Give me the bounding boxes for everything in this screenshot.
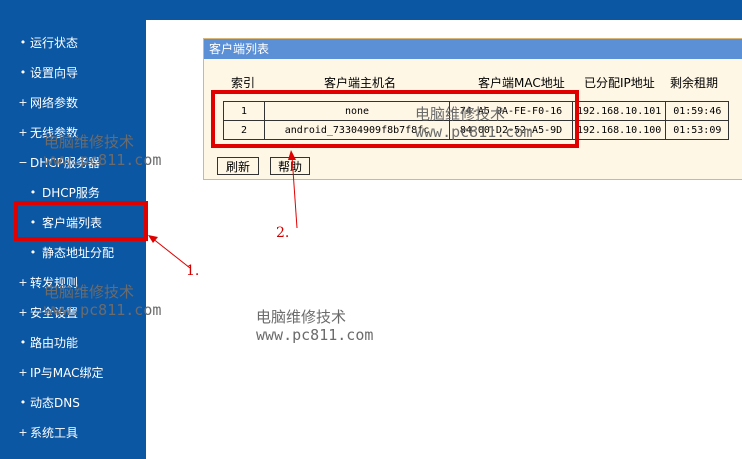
top-bar (0, 0, 742, 20)
cell-mac: 84-00-D2-52-A5-9D (449, 120, 573, 140)
annotation-step-2: 2. (276, 225, 290, 241)
col-lease: 剩余租期 (670, 76, 719, 90)
sidebar-item-label: 路由功能 (30, 336, 79, 350)
sidebar-nav: • 运行状态 • 设置向导 + 网络参数 + 无线参数 − DHCP服务器 • DHCP服务 • 客户端列… (0, 20, 146, 459)
cell-ip: 192.168.10.101 (571, 101, 667, 121)
sidebar-item-label: 网络参数 (30, 96, 79, 110)
sidebar-item-label: 设置向导 (30, 66, 79, 80)
sidebar-item-label: 无线参数 (30, 126, 79, 140)
cell-mac: 74-A5-0A-FE-F0-16 (449, 101, 573, 121)
client-table: 1 none 74-A5-0A-FE-F0-16 192.168.10.101 … (223, 101, 730, 140)
sidebar-item-label: 安全设置 (30, 306, 79, 320)
cell-lease: 01:53:09 (665, 120, 730, 140)
refresh-button[interactable]: 刷新 (217, 157, 259, 175)
sidebar-item-label: IP与MAC绑定 (30, 366, 104, 380)
table-header: 索引 客户端主机名 客户端MAC地址 已分配IP地址 剩余租期 (204, 74, 742, 92)
bullet-icon: • (19, 336, 27, 349)
table-row: 2 android_73304909f8b7f8fc 84-00-D2-52-A… (223, 120, 730, 140)
sidebar-item-label: 动态DNS (30, 396, 80, 410)
cell-hostname: none (264, 101, 450, 121)
watermark: 电脑维修技术 www.pc811.com (256, 308, 374, 344)
expand-icon: + (18, 276, 28, 289)
sidebar-item-label: 运行状态 (30, 36, 79, 50)
annotation-step-1: 1. (186, 263, 200, 279)
expand-icon: + (18, 126, 28, 139)
arrow-head-1 (148, 235, 158, 243)
col-hostname: 客户端主机名 (324, 76, 397, 90)
cell-index: 1 (223, 101, 265, 121)
cell-index: 2 (223, 120, 265, 140)
panel-title: 客户端列表 (204, 39, 742, 59)
col-index: 索引 (231, 76, 256, 90)
sidebar-item-label: 转发规则 (30, 276, 79, 290)
sidebar-item-label: 静态地址分配 (42, 246, 115, 260)
cell-ip: 192.168.10.100 (571, 120, 667, 140)
col-mac: 客户端MAC地址 (478, 76, 565, 90)
bullet-icon: • (29, 186, 37, 199)
sidebar-item-label: DHCP服务器 (30, 156, 100, 170)
sidebar-item-label: DHCP服务 (42, 186, 100, 200)
bullet-icon: • (19, 66, 27, 79)
expand-icon: + (18, 96, 28, 109)
bullet-icon: • (19, 36, 27, 49)
bullet-icon: • (19, 396, 27, 409)
bullet-icon: • (29, 216, 37, 229)
collapse-icon: − (18, 156, 28, 169)
table-row: 1 none 74-A5-0A-FE-F0-16 192.168.10.101 … (223, 101, 730, 121)
cell-hostname: android_73304909f8b7f8fc (264, 120, 450, 140)
expand-icon: + (18, 366, 28, 379)
client-list-panel: 客户端列表 索引 客户端主机名 客户端MAC地址 已分配IP地址 剩余租期 1 … (203, 38, 742, 180)
help-button[interactable]: 帮助 (270, 157, 310, 175)
expand-icon: + (18, 306, 28, 319)
expand-icon: + (18, 426, 28, 439)
arrow-line-1 (151, 237, 191, 269)
sidebar-item-label: 客户端列表 (42, 216, 103, 230)
cell-lease: 01:59:46 (665, 101, 730, 121)
sidebar-item-label: 系统工具 (30, 426, 79, 440)
col-ip: 已分配IP地址 (584, 76, 655, 90)
bullet-icon: • (29, 246, 37, 259)
